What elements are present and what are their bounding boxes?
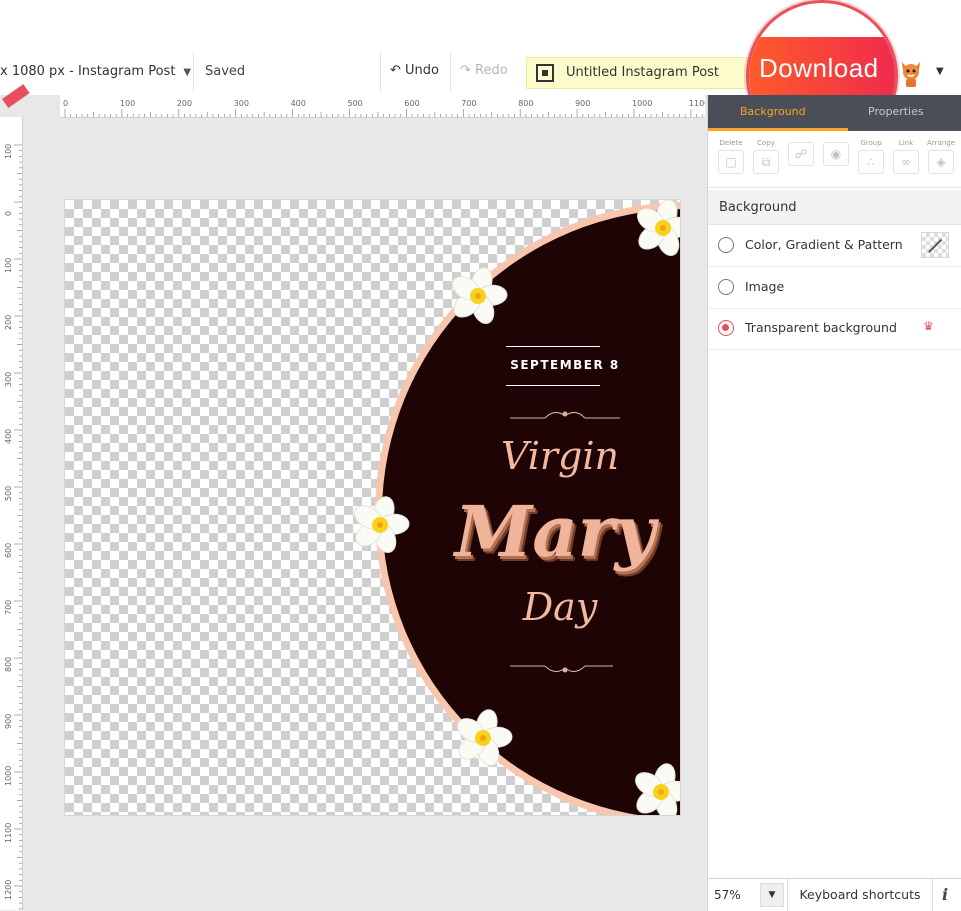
ruler-label: 600	[404, 99, 419, 108]
ruler-label: 1000	[632, 99, 652, 108]
background-section-header: Background	[708, 190, 961, 225]
option-transparent-background[interactable]: Transparent background ♛	[708, 308, 961, 350]
group-button[interactable]: Group ∴	[856, 139, 886, 174]
tab-properties[interactable]: Properties	[868, 105, 924, 118]
toolbar-divider	[193, 52, 194, 92]
properties-panel: Background Properties Delete □ Copy ⧉ ☍ ◉ …	[707, 95, 961, 910]
ruler-label: 100	[4, 144, 13, 159]
hide-button[interactable]: ◉	[821, 139, 851, 166]
ruler-label: 900	[4, 714, 13, 729]
date-rule-top	[506, 346, 600, 347]
radio-button[interactable]	[718, 237, 734, 253]
crown-icon: ♛	[923, 319, 934, 333]
title-line-day[interactable]: Day	[460, 585, 660, 629]
option-color-gradient-pattern[interactable]: Color, Gradient & Pattern	[708, 225, 961, 267]
download-label: Download	[759, 53, 879, 83]
ruler-label: 700	[4, 600, 13, 615]
status-bar: 57% ▼ Keyboard shortcuts i	[707, 878, 961, 911]
option-label: Image	[745, 279, 785, 294]
copy-icon: ⧉	[753, 150, 779, 174]
arrange-button[interactable]: Arrange ◈	[926, 139, 956, 174]
toolbar-divider	[380, 52, 381, 92]
canvas-size-label: x 1080 px - Instagram Post	[0, 64, 176, 79]
chevron-down-icon: ▼	[183, 67, 192, 78]
ruler-label: 500	[348, 99, 363, 108]
ruler-label: 100	[120, 99, 135, 108]
document-title: Untitled Instagram Post	[566, 65, 720, 80]
delete-button[interactable]: Delete □	[716, 139, 746, 174]
ruler-corner	[0, 84, 60, 117]
option-image[interactable]: Image	[708, 267, 961, 309]
group-icon: ∴	[858, 150, 884, 174]
ruler-label: 0	[63, 99, 68, 108]
delete-label: Delete	[719, 139, 743, 147]
color-picker-swatch[interactable]	[921, 232, 949, 258]
radio-button[interactable]	[718, 279, 734, 295]
ruler-label: 400	[4, 429, 13, 444]
ruler-label: 900	[575, 99, 590, 108]
vertical-ruler: 100 0 100 200 300 400 500 600 700 800 900 1000 1100 1…	[0, 117, 23, 910]
eye-icon: ◉	[823, 142, 849, 166]
date-rule-bottom	[506, 385, 600, 386]
title-line-mary[interactable]: Mary	[435, 490, 675, 573]
toolbar-divider	[450, 52, 451, 92]
redo-label: Redo	[475, 63, 508, 78]
title-line-virgin[interactable]: Virgin	[460, 434, 660, 478]
link-icon: ∞	[893, 150, 919, 174]
design-canvas[interactable]: SEPTEMBER 8 Virgin Mary Day	[65, 200, 680, 815]
tab-background[interactable]: Background	[740, 105, 806, 118]
layers-icon: ◈	[928, 150, 954, 174]
ruler-label: 1100	[4, 823, 13, 843]
ruler-label: 300	[4, 372, 13, 387]
undo-icon: ↶	[390, 63, 401, 78]
chevron-down-icon[interactable]: ▼	[936, 66, 944, 77]
ruler-label: 1000	[4, 766, 13, 786]
group-label: Group	[860, 139, 882, 147]
horizontal-ruler: 0 100 200 300 400 500 600 700 800 900 1000 1100	[60, 95, 705, 118]
link-button[interactable]: Link ∞	[891, 139, 921, 174]
keyboard-shortcuts-button[interactable]: Keyboard shortcuts	[787, 879, 933, 911]
link-label: Link	[898, 139, 914, 147]
info-icon[interactable]: i	[942, 885, 948, 904]
canvas-size-dropdown[interactable]: x 1080 px - Instagram Post ▼	[0, 64, 191, 79]
undo-label: Undo	[405, 63, 440, 78]
ruler-label: 800	[518, 99, 533, 108]
arrange-label: Arrange	[927, 139, 955, 147]
radio-button-selected[interactable]	[718, 320, 734, 336]
zoom-level: 57%	[714, 888, 741, 902]
ruler-label: 500	[4, 486, 13, 501]
ruler-label: 700	[461, 99, 476, 108]
ruler-label: 400	[291, 99, 306, 108]
ruler-label: 1100	[689, 99, 705, 108]
account-avatar[interactable]	[899, 58, 923, 88]
date-text[interactable]: SEPTEMBER 8	[485, 358, 645, 372]
template-icon	[536, 64, 554, 82]
ruler-label: 600	[4, 543, 13, 558]
lock-button[interactable]: ☍	[786, 139, 816, 166]
ruler-label: 200	[4, 315, 13, 330]
copy-button[interactable]: Copy ⧉	[751, 139, 781, 174]
ruler-label: 0	[4, 211, 13, 216]
ruler-label: 1200	[4, 880, 13, 900]
undo-button[interactable]: ↶ Undo	[390, 63, 439, 78]
option-label: Color, Gradient & Pattern	[745, 237, 903, 252]
section-title: Background	[719, 200, 797, 215]
redo-icon: ↷	[460, 63, 471, 78]
copy-label: Copy	[757, 139, 775, 147]
ruler-label: 300	[234, 99, 249, 108]
trash-icon: □	[718, 150, 744, 174]
save-status: Saved	[205, 64, 246, 79]
panel-tabs: Background Properties	[708, 95, 961, 131]
element-tools: Delete □ Copy ⧉ ☍ ◉ Group ∴ Link ∞ Arrange ◈	[708, 131, 961, 188]
lock-icon: ☍	[788, 142, 814, 166]
zoom-dropdown[interactable]: ▼	[760, 883, 784, 907]
document-title-field[interactable]: Untitled Instagram Post	[526, 57, 748, 89]
ruler-label: 100	[4, 258, 13, 273]
redo-button[interactable]: ↷ Redo	[460, 63, 508, 78]
ruler-label: 200	[177, 99, 192, 108]
option-label: Transparent background	[745, 320, 897, 335]
ruler-label: 800	[4, 657, 13, 672]
